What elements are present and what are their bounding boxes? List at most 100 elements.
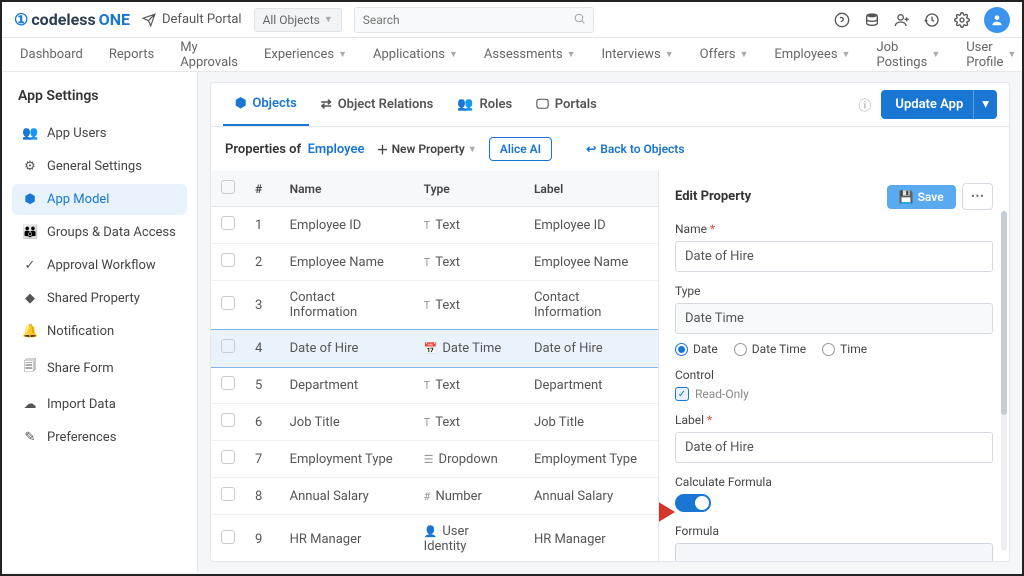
row-type: 👤User Identity: [414, 515, 524, 562]
nav-item[interactable]: Dashboard: [20, 47, 83, 62]
tab[interactable]: ⬢Objects: [223, 83, 309, 126]
table-row[interactable]: 6Job TitleTTextJob Title: [211, 404, 658, 441]
table-row[interactable]: 9HR Manager👤User IdentityHR Manager: [211, 515, 658, 562]
avatar[interactable]: [984, 7, 1010, 33]
alice-ai-button[interactable]: Alice AI: [489, 137, 552, 161]
row-type: 📅Date Time: [414, 330, 524, 367]
table-row[interactable]: 8Annual Salary#NumberAnnual Salary: [211, 478, 658, 515]
type-radio[interactable]: Time: [822, 342, 867, 356]
row-checkbox[interactable]: [221, 296, 235, 310]
sidebar-item[interactable]: 🗐Share Form: [12, 349, 187, 387]
sidebar-icon: ☁: [22, 397, 38, 412]
tab[interactable]: ⇄Object Relations: [309, 83, 446, 126]
row-checkbox[interactable]: [221, 253, 235, 267]
row-label: Job Title: [524, 404, 658, 441]
row-type: TText: [414, 281, 524, 330]
row-checkbox[interactable]: [221, 216, 235, 230]
table-row[interactable]: 4Date of Hire📅Date TimeDate of Hire: [211, 330, 658, 367]
edit-panel: Edit Property 💾 Save ⋯ Name * Type Date …: [659, 171, 1009, 561]
select-all-checkbox[interactable]: [221, 180, 235, 194]
nav-item[interactable]: Offers ▼: [700, 47, 749, 62]
row-name: Department: [280, 367, 414, 404]
more-button[interactable]: ⋯: [962, 183, 993, 210]
search-input[interactable]: [354, 7, 594, 33]
readonly-checkbox[interactable]: ✓Read-Only: [675, 387, 993, 401]
type-select[interactable]: Date Time: [675, 303, 993, 334]
nav-item[interactable]: Employees ▼: [774, 47, 850, 62]
row-checkbox[interactable]: [221, 487, 235, 501]
gear-icon[interactable]: [954, 12, 970, 28]
user-add-icon[interactable]: [894, 12, 910, 28]
table-row[interactable]: 7Employment Type☰DropdownEmployment Type: [211, 441, 658, 478]
row-name: Date of Hire: [280, 330, 414, 367]
sidebar-item[interactable]: 🔔Notification: [12, 316, 187, 347]
sidebar-item[interactable]: ✓Approval Workflow: [12, 250, 187, 281]
table-row[interactable]: 5DepartmentTTextDepartment: [211, 367, 658, 404]
row-checkbox[interactable]: [221, 376, 235, 390]
database-icon[interactable]: [864, 12, 880, 28]
back-to-objects-link[interactable]: ↩ Back to Objects: [586, 142, 684, 156]
nav-item[interactable]: Interviews ▼: [602, 47, 674, 62]
row-type: TText: [414, 244, 524, 281]
scrollbar[interactable]: [1001, 211, 1007, 551]
top-icons: [834, 7, 1010, 33]
sidebar-icon: ⚙: [22, 159, 38, 174]
row-checkbox[interactable]: [221, 413, 235, 427]
callout-arrow-icon: [659, 501, 675, 523]
row-checkbox[interactable]: [221, 339, 235, 353]
type-radio[interactable]: Date Time: [734, 342, 806, 356]
logo: ①codelessONE: [14, 10, 130, 29]
sidebar-item[interactable]: ◆Shared Property: [12, 283, 187, 314]
update-app-dropdown[interactable]: ▾: [973, 90, 997, 119]
formula-input[interactable]: [675, 543, 993, 561]
tab-icon: ⬢: [235, 96, 246, 111]
nav-item[interactable]: User Profile ▼: [966, 40, 1016, 70]
type-radio[interactable]: Date: [675, 342, 718, 356]
tab[interactable]: 👥Roles: [445, 83, 524, 126]
table-row[interactable]: 2Employee NameTTextEmployee Name: [211, 244, 658, 281]
sidebar-item[interactable]: ✎Preferences: [12, 422, 187, 453]
row-checkbox[interactable]: [221, 530, 235, 544]
info-icon[interactable]: ⓘ: [858, 95, 871, 114]
sidebar-item[interactable]: 👥App Users: [12, 118, 187, 149]
nav-item[interactable]: Assessments ▼: [484, 47, 576, 62]
nav-item[interactable]: Experiences ▼: [264, 47, 347, 62]
label-input[interactable]: [675, 432, 993, 463]
sidebar-icon: 👥: [22, 126, 38, 141]
col-header[interactable]: Label: [524, 171, 658, 207]
new-property-button[interactable]: ＋ New Property ▼: [377, 141, 477, 158]
main: App Settings 👥App Users⚙General Settings…: [2, 72, 1022, 572]
col-header[interactable]: Name: [280, 171, 414, 207]
nav-item[interactable]: My Approvals: [180, 40, 238, 70]
portal-selector[interactable]: Default Portal: [142, 12, 242, 27]
row-num: 9: [245, 515, 280, 562]
calculate-formula-toggle[interactable]: [675, 494, 711, 512]
col-header[interactable]: Type: [414, 171, 524, 207]
name-input[interactable]: [675, 241, 993, 272]
update-app-button[interactable]: Update App: [881, 90, 977, 119]
table-row[interactable]: 3Contact InformationTTextContact Informa…: [211, 281, 658, 330]
sidebar: App Settings 👥App Users⚙General Settings…: [2, 72, 198, 572]
row-num: 7: [245, 441, 280, 478]
row-checkbox[interactable]: [221, 450, 235, 464]
nav-item[interactable]: Applications ▼: [373, 47, 458, 62]
sidebar-item[interactable]: ☁Import Data: [12, 389, 187, 420]
table-row[interactable]: 1Employee IDTTextEmployee ID: [211, 207, 658, 244]
sidebar-item[interactable]: ⬢App Model: [12, 184, 187, 215]
card: ⬢Objects⇄Object Relations👥Roles🖵Portals …: [210, 82, 1010, 562]
row-name: HR Manager: [280, 515, 414, 562]
row-name: Employee Name: [280, 244, 414, 281]
object-link[interactable]: Employee: [308, 142, 365, 157]
tab[interactable]: 🖵Portals: [524, 83, 609, 126]
nav-item[interactable]: Reports: [109, 47, 154, 62]
col-header[interactable]: #: [245, 171, 280, 207]
sidebar-item[interactable]: 👪Groups & Data Access: [12, 217, 187, 248]
content: ⬢Objects⇄Object Relations👥Roles🖵Portals …: [198, 72, 1022, 572]
sub-bar: Properties of Employee ＋ New Property ▼ …: [211, 127, 1009, 171]
sidebar-item[interactable]: ⚙General Settings: [12, 151, 187, 182]
nav-item[interactable]: Job Postings ▼: [876, 40, 940, 70]
history-icon[interactable]: [924, 12, 940, 28]
help-icon[interactable]: [834, 12, 850, 28]
save-button[interactable]: 💾 Save: [887, 185, 956, 209]
object-selector[interactable]: All Objects ▼: [254, 8, 342, 32]
